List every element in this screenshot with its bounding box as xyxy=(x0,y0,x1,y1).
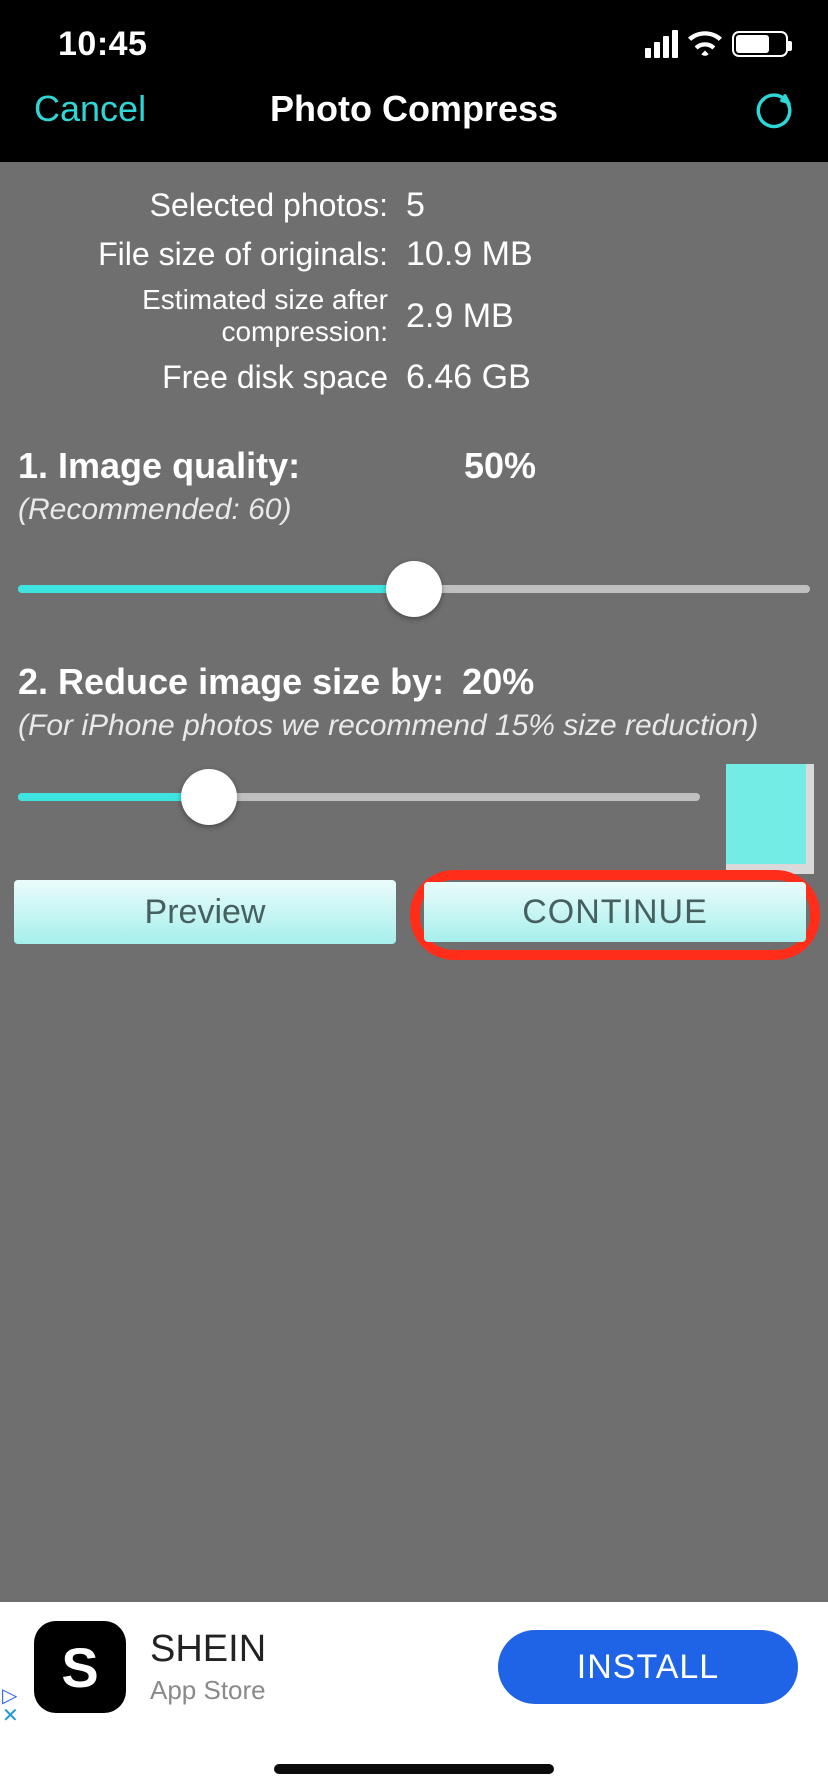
selected-photos-label: Selected photos: xyxy=(18,187,388,224)
ad-banner[interactable]: ▷✕ S SHEIN App Store INSTALL xyxy=(0,1602,828,1732)
wifi-icon xyxy=(688,31,722,57)
status-icons xyxy=(645,30,788,58)
image-thumbnail[interactable] xyxy=(726,764,814,874)
preview-button[interactable]: Preview xyxy=(14,880,396,944)
refresh-icon xyxy=(754,88,794,132)
cancel-button[interactable]: Cancel xyxy=(34,88,146,130)
reduce-size-recommended: (For iPhone photos we recommend 15% size… xyxy=(18,709,810,743)
battery-icon xyxy=(732,31,788,57)
status-bar: 10:45 xyxy=(0,0,828,88)
ad-install-button[interactable]: INSTALL xyxy=(498,1630,798,1704)
reduce-size-value: 20% xyxy=(462,661,534,703)
image-quality-recommended: (Recommended: 60) xyxy=(18,493,810,527)
selected-photos-value: 5 xyxy=(406,186,810,225)
ad-title: SHEIN xyxy=(150,1628,498,1671)
ad-app-icon: S xyxy=(34,1621,126,1713)
originals-size-value: 10.9 MB xyxy=(406,235,810,274)
adchoices-icon[interactable]: ▷✕ xyxy=(2,1686,19,1726)
content-area: Selected photos: 5 File size of original… xyxy=(0,162,828,1602)
continue-button[interactable]: CONTINUE xyxy=(424,882,806,942)
estimated-size-label: Estimated size after compression: xyxy=(18,284,388,348)
reduce-size-slider[interactable] xyxy=(18,769,700,825)
cellular-icon xyxy=(645,30,678,58)
status-time: 10:45 xyxy=(58,25,147,64)
estimated-size-value: 2.9 MB xyxy=(406,297,810,336)
home-indicator[interactable] xyxy=(274,1764,554,1774)
refresh-button[interactable] xyxy=(754,88,794,132)
image-quality-value: 50% xyxy=(464,445,810,487)
free-space-value: 6.46 GB xyxy=(406,358,810,397)
free-space-label: Free disk space xyxy=(18,359,388,396)
continue-highlight: CONTINUE xyxy=(410,870,820,960)
nav-bar: Cancel Photo Compress xyxy=(0,88,828,162)
ad-subtitle: App Store xyxy=(150,1675,498,1706)
image-quality-label: 1. Image quality: xyxy=(18,445,300,487)
originals-size-label: File size of originals: xyxy=(18,236,388,273)
image-quality-slider[interactable] xyxy=(18,561,810,617)
home-indicator-area xyxy=(0,1732,828,1792)
reduce-size-label: 2. Reduce image size by: xyxy=(18,661,444,703)
